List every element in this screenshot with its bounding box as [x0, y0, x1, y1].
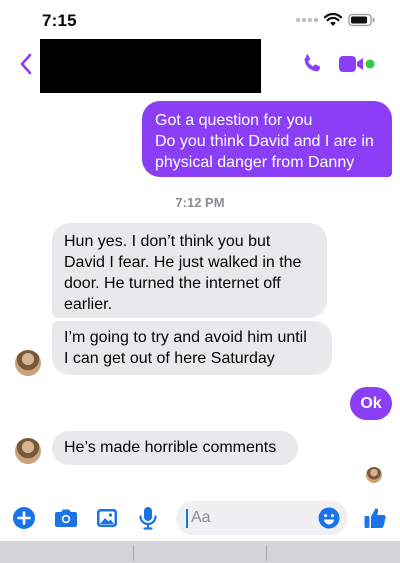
signal-icon: [296, 18, 318, 22]
microphone-icon: [139, 507, 157, 530]
voice-message-button[interactable]: [136, 506, 160, 530]
phone-icon: [304, 54, 321, 72]
message-line: Got a question for you: [155, 112, 313, 129]
keyboard-suggestion-bar: [0, 541, 400, 563]
incoming-message[interactable]: I’m going to try and avoid him until I c…: [52, 321, 332, 375]
outgoing-message[interactable]: Ok: [350, 387, 392, 420]
thumbs-up-icon: [364, 508, 386, 528]
message-line: earlier.: [64, 296, 113, 313]
battery-icon: [348, 13, 375, 27]
message-composer: Aa: [0, 496, 400, 540]
photo-icon: [97, 509, 117, 527]
suggestion-divider: [133, 545, 134, 561]
outgoing-message[interactable]: Got a question for you Do you think Davi…: [142, 101, 392, 177]
plus-icon: [13, 507, 35, 529]
back-button[interactable]: [14, 48, 38, 80]
video-camera-icon: [339, 56, 375, 72]
input-placeholder: Aa: [191, 509, 211, 526]
contact-avatar[interactable]: [15, 350, 41, 376]
more-actions-button[interactable]: [12, 506, 36, 530]
message-line: I’m going to try and avoid him until: [64, 329, 307, 346]
contact-avatar[interactable]: [15, 438, 41, 464]
message-line: Hun yes. I don’t think you but: [64, 233, 271, 250]
like-button[interactable]: [363, 506, 387, 530]
suggestion-divider: [266, 545, 267, 561]
message-line: physical danger from Danny: [155, 154, 355, 171]
audio-call-button[interactable]: [300, 52, 324, 76]
message-input[interactable]: Aa: [176, 501, 348, 535]
message-line: door. He turned the internet off: [64, 275, 281, 292]
message-line: Do you think David and I are in: [155, 133, 374, 150]
chevron-left-icon: [20, 53, 32, 75]
camera-button[interactable]: [54, 506, 78, 530]
message-line: I can get out of here Saturday: [64, 350, 275, 367]
status-time: 7:15: [42, 11, 77, 30]
message-timestamp: 7:12 PM: [175, 195, 225, 210]
contact-name-redacted[interactable]: [40, 39, 261, 93]
read-receipt-avatar: [366, 467, 382, 483]
camera-icon: [55, 509, 77, 527]
emoji-icon[interactable]: [318, 507, 340, 529]
incoming-message[interactable]: Hun yes. I don’t think you but David I f…: [52, 223, 327, 318]
text-cursor: [186, 509, 188, 528]
gallery-button[interactable]: [95, 506, 119, 530]
message-line: David I fear. He just walked in the: [64, 254, 302, 271]
conversation-header: [0, 34, 400, 96]
status-icons: [296, 13, 376, 27]
wifi-icon: [324, 13, 342, 26]
video-call-button[interactable]: [338, 52, 378, 76]
incoming-message[interactable]: He’s made horrible comments: [52, 431, 298, 465]
